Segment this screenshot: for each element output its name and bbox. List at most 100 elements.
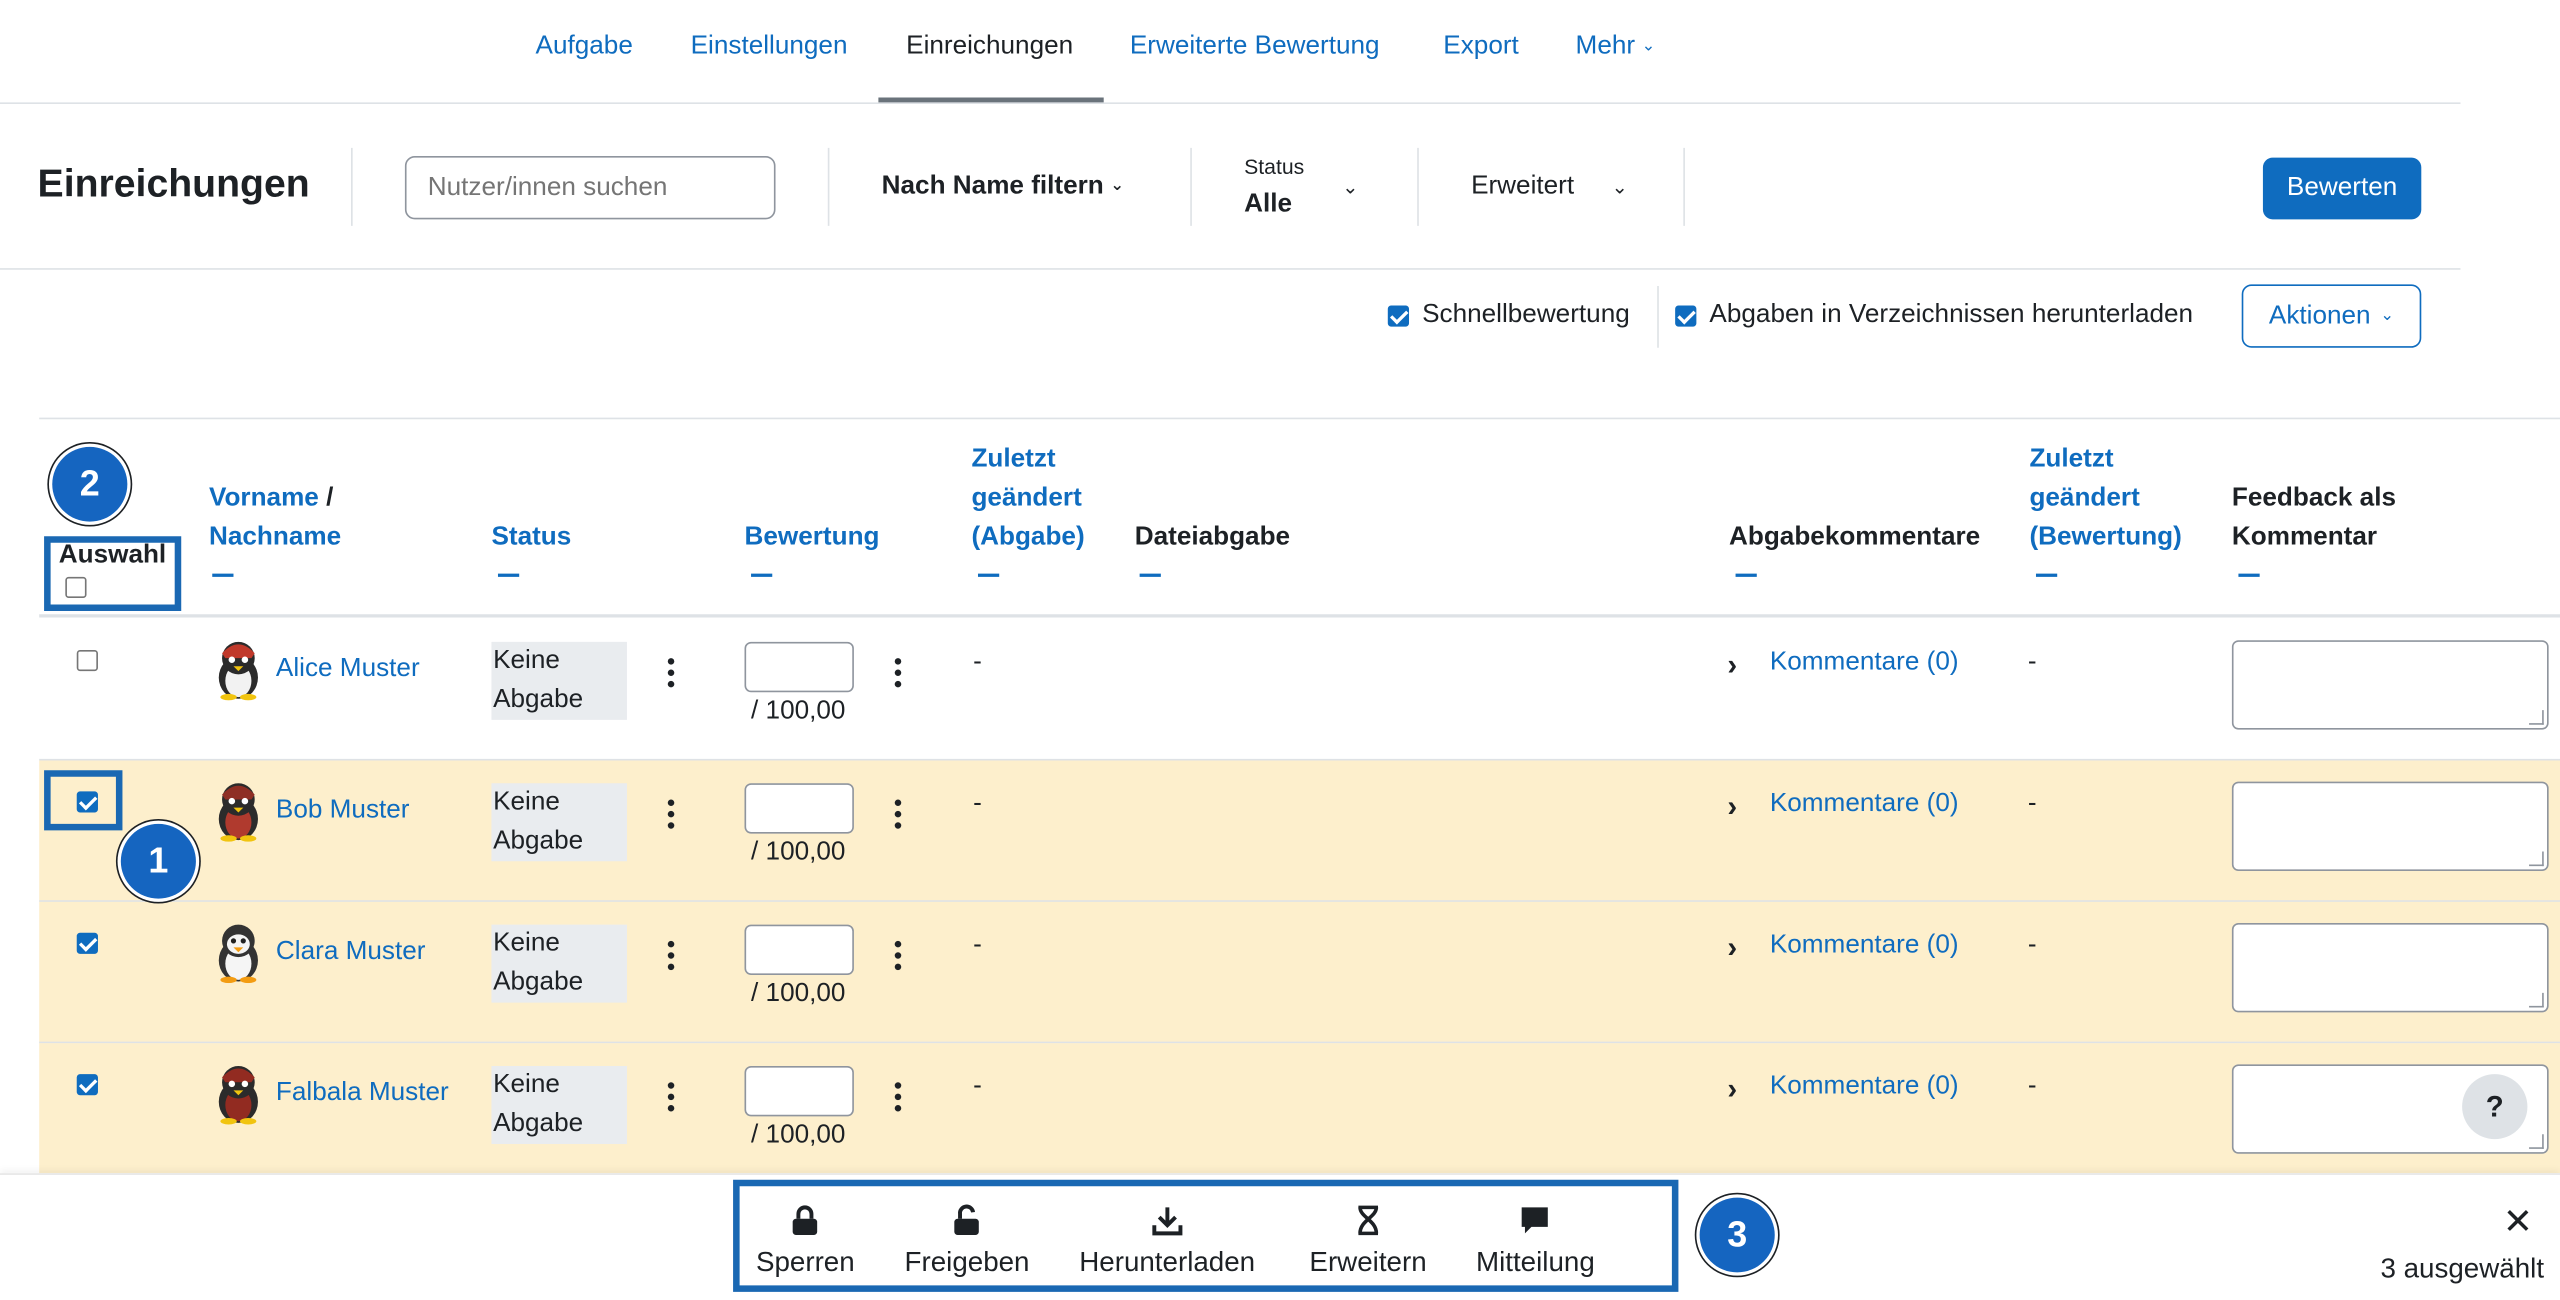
comments-link[interactable]: Kommentare (0): [1770, 790, 1959, 819]
last-modified-submission: -: [973, 648, 982, 676]
column-header-modified-submission[interactable]: Zuletzt geändert (Abgabe): [971, 440, 1084, 557]
name-filter-dropdown[interactable]: Nach Name filtern ⌄: [882, 172, 1124, 201]
annotation-marker-1: 1: [120, 823, 196, 899]
help-button[interactable]: ?: [2462, 1074, 2528, 1140]
actions-dropdown-button[interactable]: Aktionen ⌄: [2241, 284, 2422, 348]
tab-einstellungen[interactable]: Einstellungen: [691, 33, 848, 62]
collapse-column-icon[interactable]: [2238, 573, 2260, 577]
avatar: [218, 641, 258, 701]
column-header-name: Vorname / Nachname: [209, 479, 470, 557]
column-header-status[interactable]: Status: [491, 518, 571, 557]
status-badge: Keine Abgabe: [491, 641, 627, 720]
last-modified-submission: -: [973, 931, 982, 959]
table-row: Clara Muster Keine Abgabe / 100,00 - › Ko…: [39, 901, 2560, 1044]
row-select-checkbox[interactable]: [76, 932, 98, 954]
tab-export[interactable]: Export: [1443, 33, 1519, 62]
user-name-link[interactable]: Falbala Muster: [276, 1079, 449, 1108]
status-badge: Keine Abgabe: [491, 783, 627, 862]
collapse-column-icon[interactable]: [497, 573, 520, 577]
annotation-highlight-bulk-actions: [733, 1179, 1679, 1292]
divider: [1657, 286, 1659, 348]
status-line: Keine: [493, 788, 560, 816]
last-modified-grade: -: [2027, 789, 2037, 818]
download-folders-label: Abgaben in Verzeichnissen herunterladen: [1709, 300, 2194, 329]
chevron-right-icon[interactable]: ›: [1727, 1073, 1737, 1107]
collapse-column-icon[interactable]: [1139, 573, 1161, 577]
avatar: [218, 783, 258, 842]
row-actions-menu-icon[interactable]: [661, 940, 681, 971]
download-folders-option[interactable]: Abgaben in Verzeichnissen herunterladen: [1675, 301, 2193, 330]
header-line: Kommentar: [2231, 523, 2378, 551]
grade-input[interactable]: [744, 641, 854, 693]
chevron-right-icon[interactable]: ›: [1727, 931, 1737, 965]
grade-actions-menu-icon[interactable]: [888, 799, 908, 829]
grade-input[interactable]: [744, 1066, 854, 1117]
tab-aufgabe[interactable]: Aufgabe: [536, 33, 633, 62]
sort-lastname-link[interactable]: Nachname: [209, 523, 341, 551]
collapse-column-icon[interactable]: [212, 573, 234, 577]
grade-input[interactable]: [744, 783, 854, 834]
download-folders-checkbox[interactable]: [1675, 304, 1697, 326]
column-header-grade[interactable]: Bewertung: [745, 518, 880, 557]
column-header-modified-grade[interactable]: Zuletzt geändert (Bewertung): [2029, 440, 2181, 557]
advanced-filter-dropdown[interactable]: Erweitert: [1471, 172, 1574, 201]
user-name-link[interactable]: Bob Muster: [276, 796, 410, 825]
collapse-column-icon[interactable]: [977, 573, 1000, 577]
row-actions-menu-icon[interactable]: [661, 1082, 681, 1112]
feedback-comment-textarea[interactable]: [2231, 781, 2549, 871]
user-name-link[interactable]: Alice Muster: [276, 655, 420, 684]
collapse-column-icon[interactable]: [751, 573, 773, 577]
sort-firstname-link[interactable]: Vorname: [209, 484, 319, 512]
grade-button[interactable]: Bewerten: [2262, 157, 2422, 220]
quick-grading-checkbox[interactable]: [1387, 304, 1410, 326]
chevron-down-icon: ⌄: [2380, 307, 2395, 325]
chevron-right-icon[interactable]: ›: [1727, 648, 1737, 682]
header-line: (Bewertung): [2029, 523, 2182, 551]
annotation-marker-3: 3: [1699, 1197, 1775, 1273]
annotation-highlight-row-checkbox: [44, 770, 123, 831]
divider: [351, 147, 353, 226]
chevron-down-icon[interactable]: ⌄: [1342, 176, 1358, 199]
grade-input[interactable]: [744, 924, 854, 975]
chevron-down-icon: ⌄: [1110, 177, 1125, 195]
page: Aufgabe Einstellungen Einreichungen Erwe…: [0, 0, 2560, 1300]
chevron-right-icon[interactable]: ›: [1727, 790, 1737, 824]
row-select-checkbox[interactable]: [76, 650, 98, 672]
feedback-comment-textarea[interactable]: [2231, 640, 2549, 730]
comments-link[interactable]: Kommentare (0): [1770, 931, 1959, 960]
tab-einreichungen[interactable]: Einreichungen: [906, 33, 1073, 62]
feedback-comment-textarea[interactable]: [2231, 923, 2549, 1013]
chevron-down-icon[interactable]: ⌄: [1611, 176, 1627, 199]
column-header-submission-comments: Abgabekommentare: [1729, 523, 1981, 551]
status-line: Abgabe: [493, 827, 584, 855]
divider: [1683, 147, 1685, 226]
grade-actions-menu-icon[interactable]: [888, 658, 908, 688]
status-line: Abgabe: [493, 685, 584, 714]
grade-actions-menu-icon[interactable]: [888, 940, 908, 971]
row-actions-menu-icon[interactable]: [661, 658, 681, 688]
header-line: Zuletzt: [971, 445, 1056, 473]
grade-max: / 100,00: [751, 838, 846, 867]
header-line: Feedback als: [2231, 484, 2396, 512]
status-line: Abgabe: [493, 1109, 584, 1138]
row-actions-menu-icon[interactable]: [661, 799, 681, 829]
table-row: Falbala Muster Keine Abgabe / 100,00 - › …: [39, 1043, 2560, 1174]
tab-erweiterte-bewertung[interactable]: Erweiterte Bewertung: [1130, 33, 1380, 62]
collapse-column-icon[interactable]: [1735, 573, 1757, 577]
name-filter-label: Nach Name filtern: [881, 172, 1104, 200]
table-top-border: [39, 417, 2560, 420]
user-search-input[interactable]: [404, 156, 776, 220]
comments-link[interactable]: Kommentare (0): [1770, 1073, 1959, 1102]
comments-link[interactable]: Kommentare (0): [1770, 648, 1959, 677]
tab-mehr[interactable]: Mehr ⌄: [1576, 33, 1656, 62]
close-icon[interactable]: ✕: [2503, 1201, 2533, 1243]
collapse-column-icon[interactable]: [2035, 573, 2058, 577]
quick-grading-option[interactable]: Schnellbewertung: [1387, 301, 1630, 330]
grade-actions-menu-icon[interactable]: [888, 1082, 908, 1112]
table-row: Alice Muster Keine Abgabe / 100,00 - › Ko…: [39, 619, 2560, 761]
chevron-down-icon: ⌄: [1641, 37, 1656, 56]
status-filter-value[interactable]: Alle: [1244, 190, 1292, 219]
row-select-checkbox[interactable]: [76, 1074, 98, 1096]
user-name-link[interactable]: Clara Muster: [276, 938, 426, 967]
name-separator: /: [318, 484, 334, 512]
